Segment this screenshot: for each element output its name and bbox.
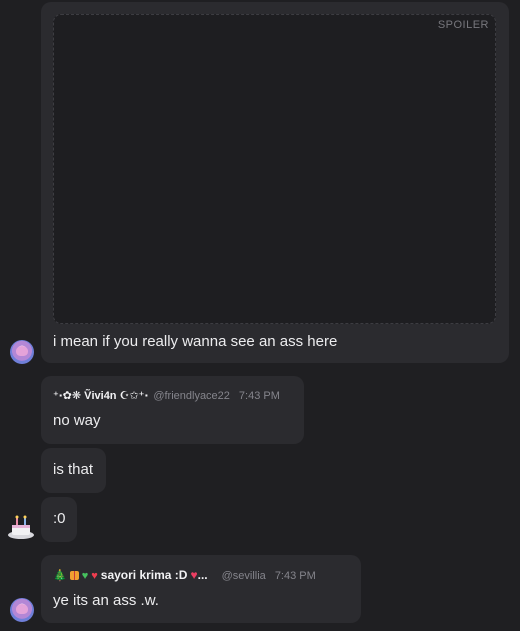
avatar[interactable] [10,340,34,364]
message-text: no way [53,412,101,429]
message-text: :0 [53,510,66,527]
message-bubble-emote[interactable]: :0 [41,497,77,542]
red-heart-icon: ♥ [91,569,98,582]
message-text: i mean if you really wanna see an ass he… [53,333,338,350]
cake-icon [8,515,34,539]
timestamp: 7:43 PM [274,570,316,582]
green-heart-icon: ♥ [81,569,89,582]
username[interactable]: sayori krima :D [101,568,188,582]
pink-heart-icon: ♥ [190,568,198,582]
message-header: ⁺‧✿❋ Ṽivi4n ☪✩⁺‧ @friendlyace22 7:43 PM [53,389,280,402]
user-handle: @friendlyace22 [153,390,230,402]
spoiler-label: SPOILER [437,19,489,31]
username[interactable]: ⁺‧✿❋ Ṽivi4n ☪✩⁺‧ [53,389,148,402]
message-text: ye its an ass .w. [53,592,159,609]
user-handle: @sevillia [221,570,266,582]
message-bubble-sayori[interactable]: 🎄 ♥ ♥ sayori krima :D ♥ ... @sevillia 7:… [41,555,361,623]
message-bubble-spoiler[interactable]: SPOILER i mean if you really wanna see a… [41,2,509,363]
avatar[interactable] [7,514,35,540]
message-bubble-is-that[interactable]: is that [41,448,106,493]
avatar[interactable] [10,598,34,622]
christmas-tree-icon: 🎄 [53,570,67,582]
chat-thread: SPOILER i mean if you really wanna see a… [0,0,520,631]
username-ellipsis: ... [197,568,208,582]
timestamp: 7:43 PM [238,390,280,402]
message-bubble-vivian[interactable]: ⁺‧✿❋ Ṽivi4n ☪✩⁺‧ @friendlyace22 7:43 PM … [41,376,304,444]
message-header: 🎄 ♥ ♥ sayori krima :D ♥ ... @sevillia 7:… [53,568,316,582]
gift-icon [69,571,79,580]
name-emoji-row: 🎄 ♥ ♥ [53,569,98,583]
message-text: is that [53,461,94,478]
spoiler-image[interactable]: SPOILER [53,14,496,324]
